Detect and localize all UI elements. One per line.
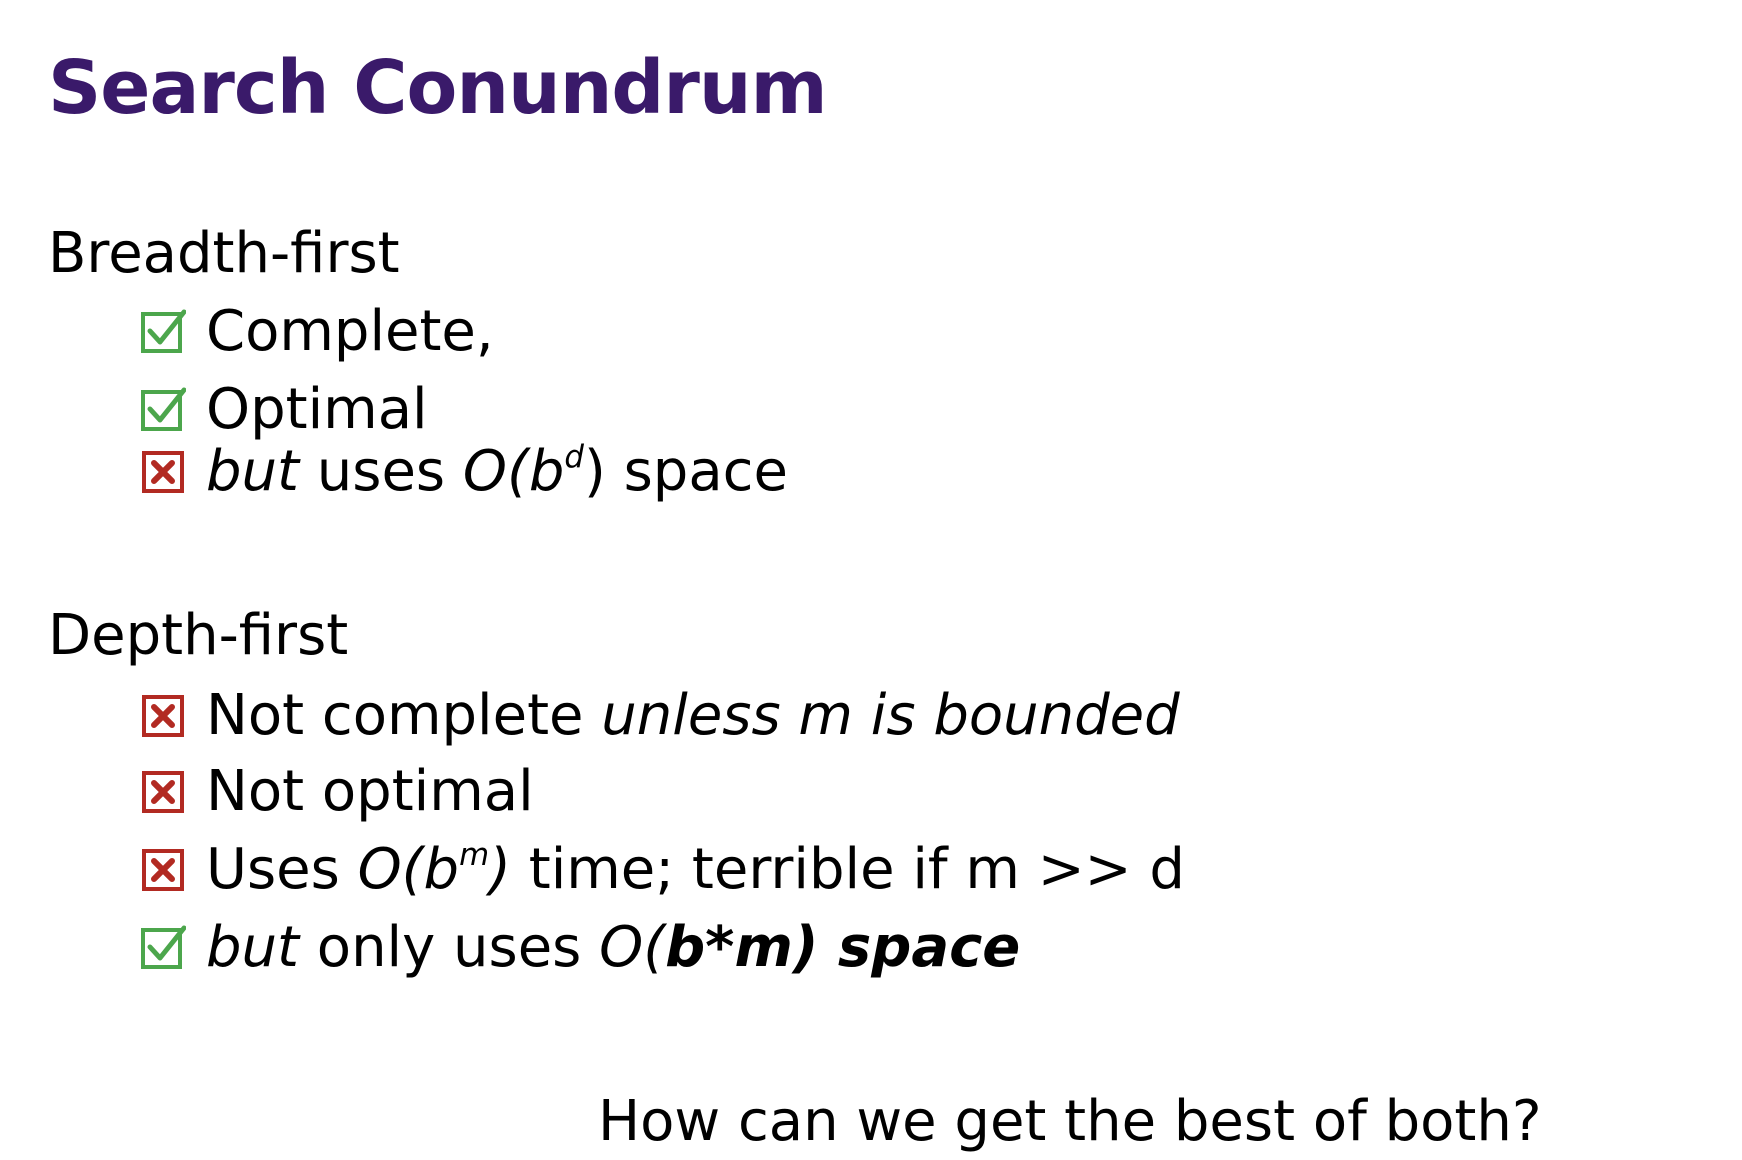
checkbox-checked-icon	[140, 387, 186, 433]
item-text: Complete,	[206, 299, 494, 365]
item-text: Not complete unless m is bounded	[206, 683, 1180, 749]
checkbox-crossed-icon	[140, 449, 186, 495]
item-text: but uses O(bd) space	[206, 439, 788, 505]
depth-item-time: Uses O(bm) time; terrible if m >> d	[140, 834, 1185, 906]
depth-item-space: but only uses O(b*m) space	[140, 912, 1020, 984]
item-text: Uses O(bm) time; terrible if m >> d	[206, 837, 1185, 903]
slide-title: Search Conundrum	[48, 45, 828, 131]
depth-first-heading: Depth-first	[48, 603, 349, 668]
closing-question: How can we get the best of both?	[598, 1089, 1542, 1154]
checkbox-crossed-icon	[140, 847, 186, 893]
checkbox-checked-icon	[140, 925, 186, 971]
item-text: Not optimal	[206, 759, 534, 825]
checkbox-checked-icon	[140, 309, 186, 355]
checkbox-crossed-icon	[140, 693, 186, 739]
breadth-item-space: but uses O(bd) space	[140, 436, 788, 508]
breadth-first-heading: Breadth-first	[48, 221, 400, 286]
item-text: Optimal	[206, 377, 428, 443]
breadth-item-complete: Complete,	[140, 296, 494, 368]
depth-item-optimal: Not optimal	[140, 756, 534, 828]
checkbox-crossed-icon	[140, 769, 186, 815]
depth-item-complete: Not complete unless m is bounded	[140, 680, 1180, 752]
item-text: but only uses O(b*m) space	[206, 915, 1021, 981]
